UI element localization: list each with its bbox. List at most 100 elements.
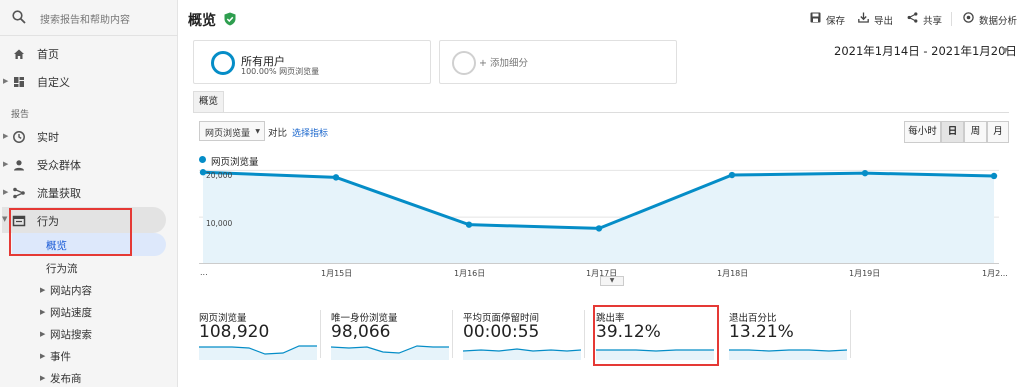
sidebar-item-audience[interactable]: ▶ 受众群体: [0, 151, 178, 177]
sidebar-subitem-overview[interactable]: 概览: [0, 234, 178, 256]
metric-select[interactable]: 网页浏览量 ▼: [199, 121, 265, 141]
search-icon: [12, 9, 26, 28]
sidebar-item-label: 实时: [37, 131, 59, 144]
tab-underline: [193, 112, 1009, 113]
expand-caret-icon: ▶: [40, 308, 46, 316]
x-tick-label: ...: [200, 268, 208, 277]
sidebar-item-label: 首页: [37, 48, 59, 61]
chart-collapse-toggle[interactable]: ▼: [600, 276, 624, 286]
expand-caret-icon: ▶: [40, 330, 46, 338]
sidebar-subitem-label: 事件: [50, 351, 71, 363]
sidebar-subitem-label: 网站搜索: [50, 329, 92, 341]
insights-label: 数据分析: [979, 16, 1018, 27]
sidebar-item-home[interactable]: 首页: [0, 40, 178, 66]
sidebar-item-customization[interactable]: ▶ 自定义: [0, 68, 178, 94]
segment-card-all-users[interactable]: 所有用户 100.00% 网页浏览量: [193, 40, 431, 84]
select-metric-link[interactable]: 选择指标: [292, 126, 328, 139]
sidebar-subitem-site-speed[interactable]: ▶ 网站速度: [0, 301, 178, 323]
sidebar-subitem-behavior-flow[interactable]: 行为流: [0, 257, 178, 279]
date-range-picker[interactable]: 2021年1月14日 - 2021年1月20日: [834, 43, 1017, 59]
sidebar-item-realtime[interactable]: ▶ 实时: [0, 123, 178, 149]
sidebar-item-label: 行为: [37, 215, 59, 228]
metric-select-value: 网页浏览量: [205, 129, 251, 139]
sidebar-subitem-site-content[interactable]: ▶ 网站内容: [0, 279, 178, 301]
period-week-button[interactable]: 周: [964, 121, 987, 143]
sidebar-item-label: 自定义: [37, 76, 70, 89]
expand-caret-icon: ▶: [40, 352, 46, 360]
sidebar-subitem-label: 发布商: [50, 373, 82, 385]
x-tick-label: 1月16日: [454, 269, 486, 278]
y-tick-label: 20,000: [206, 171, 233, 180]
collapse-caret-icon: ▼: [2, 215, 8, 223]
chevron-down-icon: ▼: [255, 128, 260, 135]
sidebar-item-label: 受众群体: [37, 159, 81, 172]
period-month-button[interactable]: 月: [987, 121, 1009, 143]
y-tick-label: 10,000: [206, 219, 233, 228]
x-tick-label: 1月2...: [982, 269, 1008, 278]
add-segment-label: + 添加细分: [479, 58, 528, 69]
metric-divider: [320, 310, 321, 358]
sidebar: 搜索报告和帮助内容 首页 ▶ 自定义 报告 ▶ 实时 ▶ 受众群体 ▶ 流量获取…: [0, 0, 178, 387]
sidebar-item-acquisition[interactable]: ▶ 流量获取: [0, 179, 178, 205]
sidebar-subitem-events[interactable]: ▶ 事件: [0, 345, 178, 367]
header-divider: [951, 12, 952, 26]
save-icon: [810, 12, 821, 23]
share-icon: [907, 12, 918, 23]
sidebar-subitem-label: 网站速度: [50, 307, 92, 319]
compare-label: 对比: [268, 128, 288, 139]
expand-caret-icon: ▶: [3, 132, 9, 140]
metric-value: 00:00:55: [463, 322, 540, 342]
metric-divider: [584, 310, 585, 358]
metric-pageviews[interactable]: 网页浏览量 108,920: [199, 302, 321, 360]
data-point[interactable]: [465, 221, 473, 228]
metric-divider: [452, 310, 453, 358]
period-day-button[interactable]: 日: [941, 121, 964, 143]
expand-caret-icon: ▶: [3, 188, 9, 196]
sidebar-subitem-site-search[interactable]: ▶ 网站搜索: [0, 323, 178, 345]
sidebar-item-label: 流量获取: [37, 187, 81, 200]
acquisition-branch-icon: [12, 185, 26, 199]
page-title: 概览: [188, 13, 216, 29]
sidebar-item-behavior[interactable]: ▼ 行为: [0, 207, 178, 233]
x-tick-label: 1月19日: [849, 269, 881, 278]
metric-value: 39.12%: [596, 322, 661, 342]
date-dropdown-icon[interactable]: ▼: [1002, 46, 1008, 55]
metric-exit-rate[interactable]: 退出百分比 13.21%: [729, 302, 851, 360]
metric-bounce-rate[interactable]: 跳出率 39.12%: [596, 302, 718, 360]
behavior-window-icon: [12, 213, 26, 227]
metric-sparkline: [463, 348, 581, 360]
data-point[interactable]: [332, 174, 340, 181]
tab-overview[interactable]: 概览: [193, 91, 224, 113]
data-point[interactable]: [728, 171, 736, 179]
period-hourly-button[interactable]: 每小时: [904, 121, 941, 143]
metric-sparkline: [596, 349, 714, 360]
expand-caret-icon: ▶: [3, 77, 9, 85]
share-label[interactable]: 共享: [923, 13, 942, 27]
data-point[interactable]: [990, 172, 998, 180]
add-segment-card[interactable]: + 添加细分: [439, 40, 677, 84]
verified-shield-icon: [224, 11, 236, 30]
home-icon: [12, 46, 26, 60]
metric-avg-time-on-page[interactable]: 平均页面停留时间 00:00:55: [463, 302, 585, 360]
sidebar-subitem-label: 网站内容: [50, 285, 92, 297]
empty-segment-ring-icon: [452, 51, 476, 75]
metric-unique-pageviews[interactable]: 唯一身份浏览量 98,066: [331, 302, 453, 360]
export-icon: [858, 12, 869, 23]
dashboard-grid-icon: [12, 74, 26, 88]
metric-value: 98,066: [331, 322, 391, 342]
segment-ring-icon: [211, 51, 235, 75]
expand-caret-icon: ▶: [40, 374, 46, 382]
sidebar-subitem-publisher[interactable]: ▶ 发布商: [0, 367, 178, 387]
metric-divider: [717, 310, 718, 358]
data-point[interactable]: [595, 225, 603, 232]
x-tick-label: 1月15日: [321, 269, 353, 278]
data-point[interactable]: [861, 169, 869, 177]
segment-subtitle: 100.00% 网页浏览量: [241, 67, 320, 76]
sidebar-subitem-label: 行为流: [46, 263, 78, 275]
search-placeholder: 搜索报告和帮助内容: [40, 15, 130, 26]
person-icon: [12, 157, 26, 171]
export-label: 导出: [874, 16, 894, 27]
analytics-app: 搜索报告和帮助内容 首页 ▶ 自定义 报告 ▶ 实时 ▶ 受众群体 ▶ 流量获取…: [0, 0, 1024, 387]
sidebar-search[interactable]: 搜索报告和帮助内容: [0, 0, 178, 36]
metric-divider: [850, 310, 851, 358]
